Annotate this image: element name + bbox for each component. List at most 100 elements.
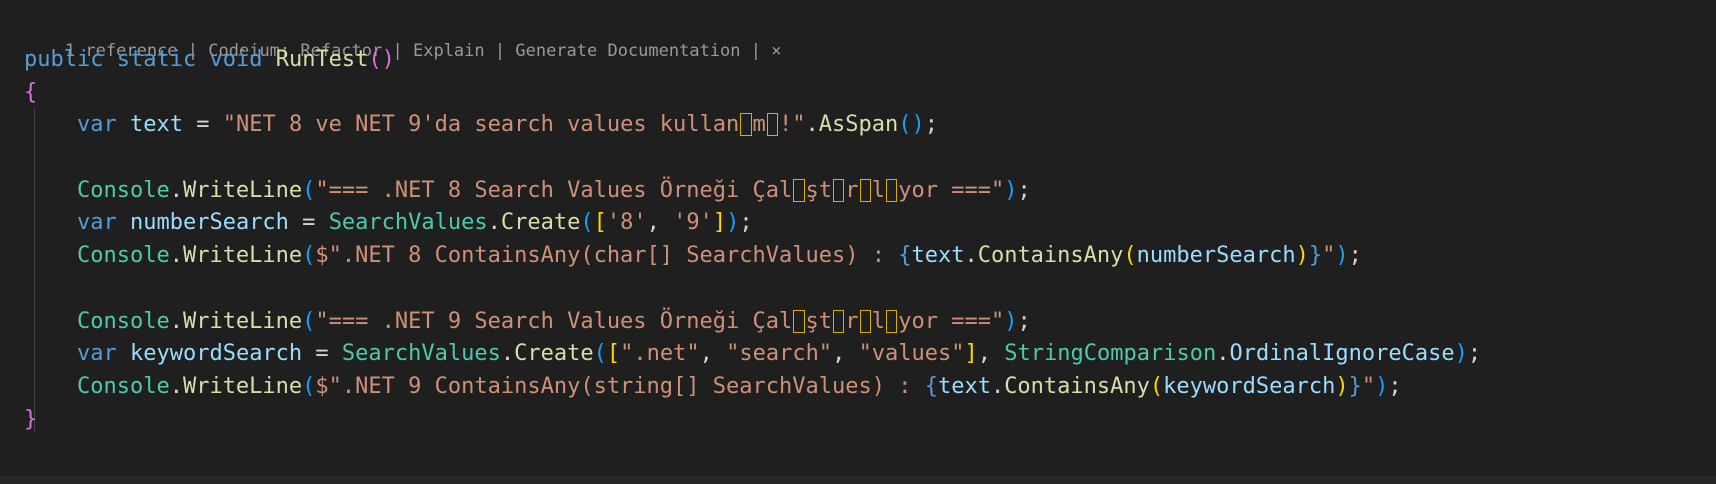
code-token: ; <box>1348 243 1362 269</box>
code-token: ) <box>1375 373 1389 399</box>
code-line[interactable]: Console.WriteLine("=== .NET 9 Search Val… <box>24 306 1481 339</box>
code-line[interactable]: public static void RunTest() <box>24 44 1481 77</box>
code-token: şt <box>805 177 833 203</box>
code-token: r <box>845 177 859 203</box>
code-line[interactable] <box>24 142 1481 175</box>
code-line[interactable]: Console.WriteLine($".NET 9 ContainsAny(s… <box>24 371 1481 404</box>
code-token: { <box>898 243 912 269</box>
code-token: ; <box>924 112 939 138</box>
code-token: !" <box>779 112 806 138</box>
code-block[interactable]: public static void RunTest(){ var text =… <box>24 44 1481 436</box>
code-token: RunTest <box>275 47 369 72</box>
code-token: "values" <box>858 341 965 367</box>
code-token: ; <box>1017 177 1031 203</box>
code-line[interactable]: Console.WriteLine($".NET 8 ContainsAny(c… <box>24 240 1481 273</box>
code-token: . <box>169 373 183 399</box>
code-editor[interactable]: 1 reference | Codeium: Refactor | Explai… <box>0 0 1716 476</box>
code-token: , <box>699 341 727 367</box>
code-token: . <box>500 341 515 367</box>
unicode-highlight-char: ı <box>739 112 752 137</box>
code-token: ; <box>1467 341 1482 367</box>
code-token: . <box>169 243 183 269</box>
code-token: Console <box>76 243 170 269</box>
code-line[interactable]: var keywordSearch = SearchValues.Create(… <box>24 338 1481 371</box>
code-token: } <box>1348 373 1362 399</box>
unicode-highlight-char: ı <box>859 178 872 203</box>
code-token: ) <box>1004 308 1018 334</box>
code-token: = <box>182 112 223 138</box>
code-token: ( <box>593 341 607 367</box>
unicode-highlight-char: ı <box>766 112 779 137</box>
code-token: şt <box>805 308 833 334</box>
code-line[interactable]: var numberSearch = SearchValues.Create([… <box>24 207 1481 240</box>
code-token: "=== .NET 8 Search Values Örneği Çal <box>315 177 793 203</box>
code-token: ; <box>1388 373 1402 399</box>
code-line[interactable]: } <box>24 404 1481 437</box>
editor-bottom-edge <box>0 476 1716 484</box>
code-token: ( <box>302 243 316 269</box>
code-token: var <box>76 210 117 236</box>
code-token: () <box>898 112 925 138</box>
unicode-highlight-char: ı <box>792 178 805 203</box>
codelens-bar: 1 reference | Codeium: Refactor | Explai… <box>24 12 782 61</box>
code-token: ) <box>1335 243 1349 269</box>
code-token: '8' <box>606 210 647 236</box>
code-token: . <box>964 243 978 269</box>
code-token: '9' <box>673 210 713 236</box>
code-token: . <box>169 308 183 334</box>
unicode-highlight-char: ı <box>792 309 805 334</box>
code-token: ) <box>1295 243 1309 269</box>
code-token: ContainsAny <box>977 243 1124 269</box>
code-line[interactable]: var text = "NET 8 ve NET 9'da search val… <box>24 109 1481 142</box>
unicode-highlight-char: ı <box>885 178 898 203</box>
code-token: $".NET 8 ContainsAny(char[] SearchValues… <box>315 243 899 269</box>
code-token: . <box>990 373 1005 399</box>
code-token: { <box>924 373 938 399</box>
code-token: } <box>1308 243 1323 269</box>
code-token: ( <box>302 177 316 203</box>
code-token: keywordSearch <box>129 341 303 367</box>
code-token: var <box>76 341 117 367</box>
code-token: ; <box>1017 308 1031 334</box>
code-token: text <box>129 112 183 138</box>
code-token: public <box>24 47 104 72</box>
code-token: OrdinalIgnoreCase <box>1229 341 1455 367</box>
code-token: "search" <box>726 341 833 367</box>
code-token: text <box>911 243 965 269</box>
code-token: SearchValues <box>328 210 488 236</box>
code-token: static <box>116 47 197 72</box>
code-token: Console <box>76 177 170 203</box>
code-token: AsSpan <box>818 112 899 138</box>
code-token: ) <box>726 210 740 236</box>
code-token: keywordSearch <box>1163 373 1336 399</box>
code-token: ".net" <box>620 341 700 367</box>
code-token: l <box>871 177 885 203</box>
code-token: ] <box>712 210 727 236</box>
code-token: = <box>302 341 342 367</box>
code-token: WriteLine <box>182 308 303 334</box>
code-line[interactable]: Console.WriteLine("=== .NET 8 Search Val… <box>24 175 1481 208</box>
code-token: ) <box>1335 373 1349 399</box>
code-token: () <box>368 47 395 72</box>
code-token: . <box>169 177 183 203</box>
code-line[interactable] <box>24 273 1481 306</box>
code-token: StringComparison <box>1004 341 1217 367</box>
code-token: WriteLine <box>182 177 303 203</box>
code-token: ( <box>1149 373 1164 399</box>
code-token: . <box>805 112 819 138</box>
code-token: m <box>752 112 766 138</box>
code-line[interactable]: { <box>24 77 1481 110</box>
unicode-highlight-char: ı <box>832 178 845 203</box>
code-token: void <box>209 47 263 72</box>
code-token: ( <box>1123 243 1137 269</box>
